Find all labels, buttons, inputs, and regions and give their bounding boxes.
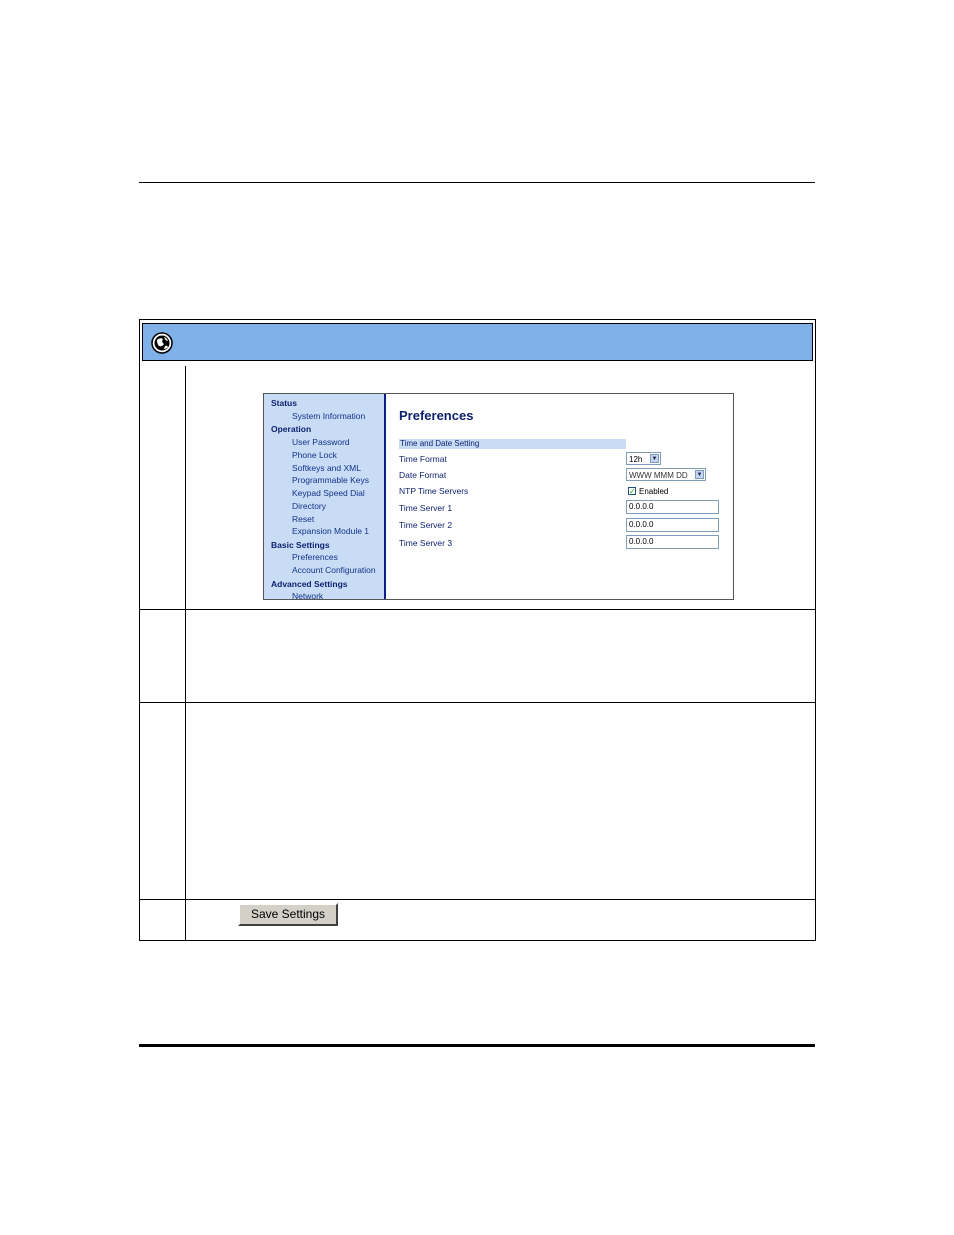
time-server-3-label: Time Server 3 — [399, 538, 453, 548]
row-divider — [140, 609, 815, 610]
time-format-select[interactable]: 12h ▼ — [626, 452, 661, 465]
date-format-select[interactable]: WWW MMM DD ▼ — [626, 468, 706, 481]
step-column-divider — [185, 366, 186, 941]
chevron-down-icon[interactable]: ▼ — [650, 454, 659, 463]
row-divider — [140, 899, 815, 900]
sidebar-item-system-information[interactable]: System Information — [292, 411, 365, 421]
sidebar-item-phone-lock[interactable]: Phone Lock — [292, 450, 337, 460]
sidebar-item-operation[interactable]: Operation — [271, 424, 311, 434]
page-title: Preferences — [399, 408, 474, 423]
time-server-2-input[interactable]: 0.0.0.0 — [626, 518, 719, 532]
footer-rule — [139, 1044, 815, 1047]
time-format-value: 12h — [629, 455, 643, 464]
time-server-3-input[interactable]: 0.0.0.0 — [626, 535, 719, 549]
preferences-panel: Preferences Time and Date Setting Time F… — [386, 394, 733, 599]
date-format-label: Date Format — [399, 470, 447, 480]
sidebar-item-expansion-module-1[interactable]: Expansion Module 1 — [292, 526, 369, 536]
ntp-time-servers-label: NTP Time Servers — [399, 486, 469, 496]
time-server-1-input[interactable]: 0.0.0.0 — [626, 500, 719, 514]
time-server-2-label: Time Server 2 — [399, 520, 453, 530]
section-header: Time and Date Setting — [399, 439, 626, 449]
sidebar-item-programmable-keys[interactable]: Programmable Keys — [292, 475, 369, 485]
web-ui-screenshot: Status System Information Operation User… — [263, 393, 734, 600]
globe-icon — [151, 332, 173, 354]
sidebar-item-user-password[interactable]: User Password — [292, 437, 350, 447]
ntp-enabled-label: Enabled — [639, 487, 669, 496]
sidebar-item-softkeys-xml[interactable]: Softkeys and XML — [292, 463, 361, 473]
time-format-label: Time Format — [399, 454, 447, 464]
sidebar-item-preferences[interactable]: Preferences — [292, 552, 338, 562]
checkmark-icon: ✓ — [629, 487, 636, 496]
sidebar-item-basic-settings[interactable]: Basic Settings — [271, 540, 330, 550]
save-settings-button[interactable]: Save Settings — [238, 903, 338, 926]
row-divider — [140, 702, 815, 703]
date-format-value: WWW MMM DD — [629, 471, 688, 480]
sidebar-item-reset[interactable]: Reset — [292, 514, 314, 524]
sidebar-item-network[interactable]: Network — [292, 591, 323, 599]
sidebar-item-account-configuration[interactable]: Account Configuration — [292, 565, 376, 575]
sidebar: Status System Information Operation User… — [264, 394, 386, 599]
sidebar-item-advanced-settings[interactable]: Advanced Settings — [271, 579, 348, 589]
chevron-down-icon[interactable]: ▼ — [695, 470, 704, 479]
header-rule — [139, 182, 815, 183]
sidebar-item-status[interactable]: Status — [271, 398, 297, 408]
sidebar-item-keypad-speed-dial[interactable]: Keypad Speed Dial — [292, 488, 365, 498]
table-banner — [142, 323, 813, 361]
time-server-1-label: Time Server 1 — [399, 503, 453, 513]
sidebar-item-directory[interactable]: Directory — [292, 501, 326, 511]
ntp-enabled-checkbox[interactable]: ✓ — [628, 487, 636, 496]
